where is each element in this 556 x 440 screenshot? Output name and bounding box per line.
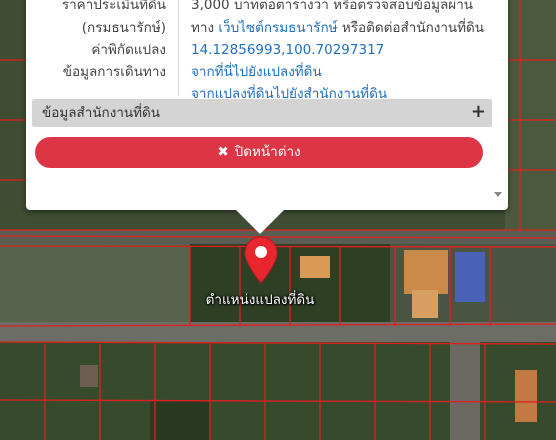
parcel-info-popup: ราคาประเมินที่ดิน 3,000 บาทต่อตารางวา หร… [26, 0, 508, 234]
location-marker-icon[interactable] [244, 236, 278, 284]
value-suffix: หรือติดต่อสำนักงานที่ดิน [337, 20, 485, 36]
row-label: ค่าพิกัดแปลง [91, 42, 166, 58]
x-icon: ✖ [217, 144, 229, 160]
row-treasury: (กรมธนารักษ์) ทาง เว็บไซต์กรมธนารักษ์ หร… [26, 17, 508, 39]
row-value: ทาง เว็บไซต์กรมธนารักษ์ หรือติดต่อสำนักง… [191, 17, 484, 39]
coordinates-link[interactable]: 14.12856993,100.70297317 [191, 39, 384, 61]
row-label: (กรมธนารักษ์) [81, 20, 166, 36]
plus-icon[interactable]: + [471, 99, 486, 125]
accordion-label: ข้อมูลสำนักงานที่ดิน [42, 105, 161, 121]
row-label: ราคาประเมินที่ดิน [61, 0, 166, 13]
directions-to-parcel-link[interactable]: จากที่นี่ไปยังแปลงที่ดิน [191, 61, 322, 83]
row-label: ข้อมูลการเดินทาง [62, 64, 166, 80]
row-directions: ข้อมูลการเดินทาง จากที่นี่ไปยังแปลงที่ดิ… [26, 61, 508, 83]
land-office-accordion[interactable]: ข้อมูลสำนักงานที่ดิน + [32, 99, 492, 127]
scroll-down-icon[interactable] [494, 192, 502, 197]
value-prefix: ทาง [191, 20, 219, 36]
row-appraisal-price: ราคาประเมินที่ดิน 3,000 บาทต่อตารางวา หร… [26, 0, 508, 16]
marker-label: ตำแหน่งแปลงที่ดิน [205, 292, 315, 308]
treasury-website-link[interactable]: เว็บไซต์กรมธนารักษ์ [218, 20, 337, 36]
close-button-label: ปิดหน้าต่าง [234, 144, 301, 160]
row-value: 3,000 บาทต่อตารางวา หรือตรวจสอบข้อมูลผ่า… [191, 0, 473, 13]
close-window-button[interactable]: ✖ ปิดหน้าต่าง [35, 137, 483, 168]
row-coordinates: ค่าพิกัดแปลง 14.12856993,100.70297317 [26, 39, 508, 61]
